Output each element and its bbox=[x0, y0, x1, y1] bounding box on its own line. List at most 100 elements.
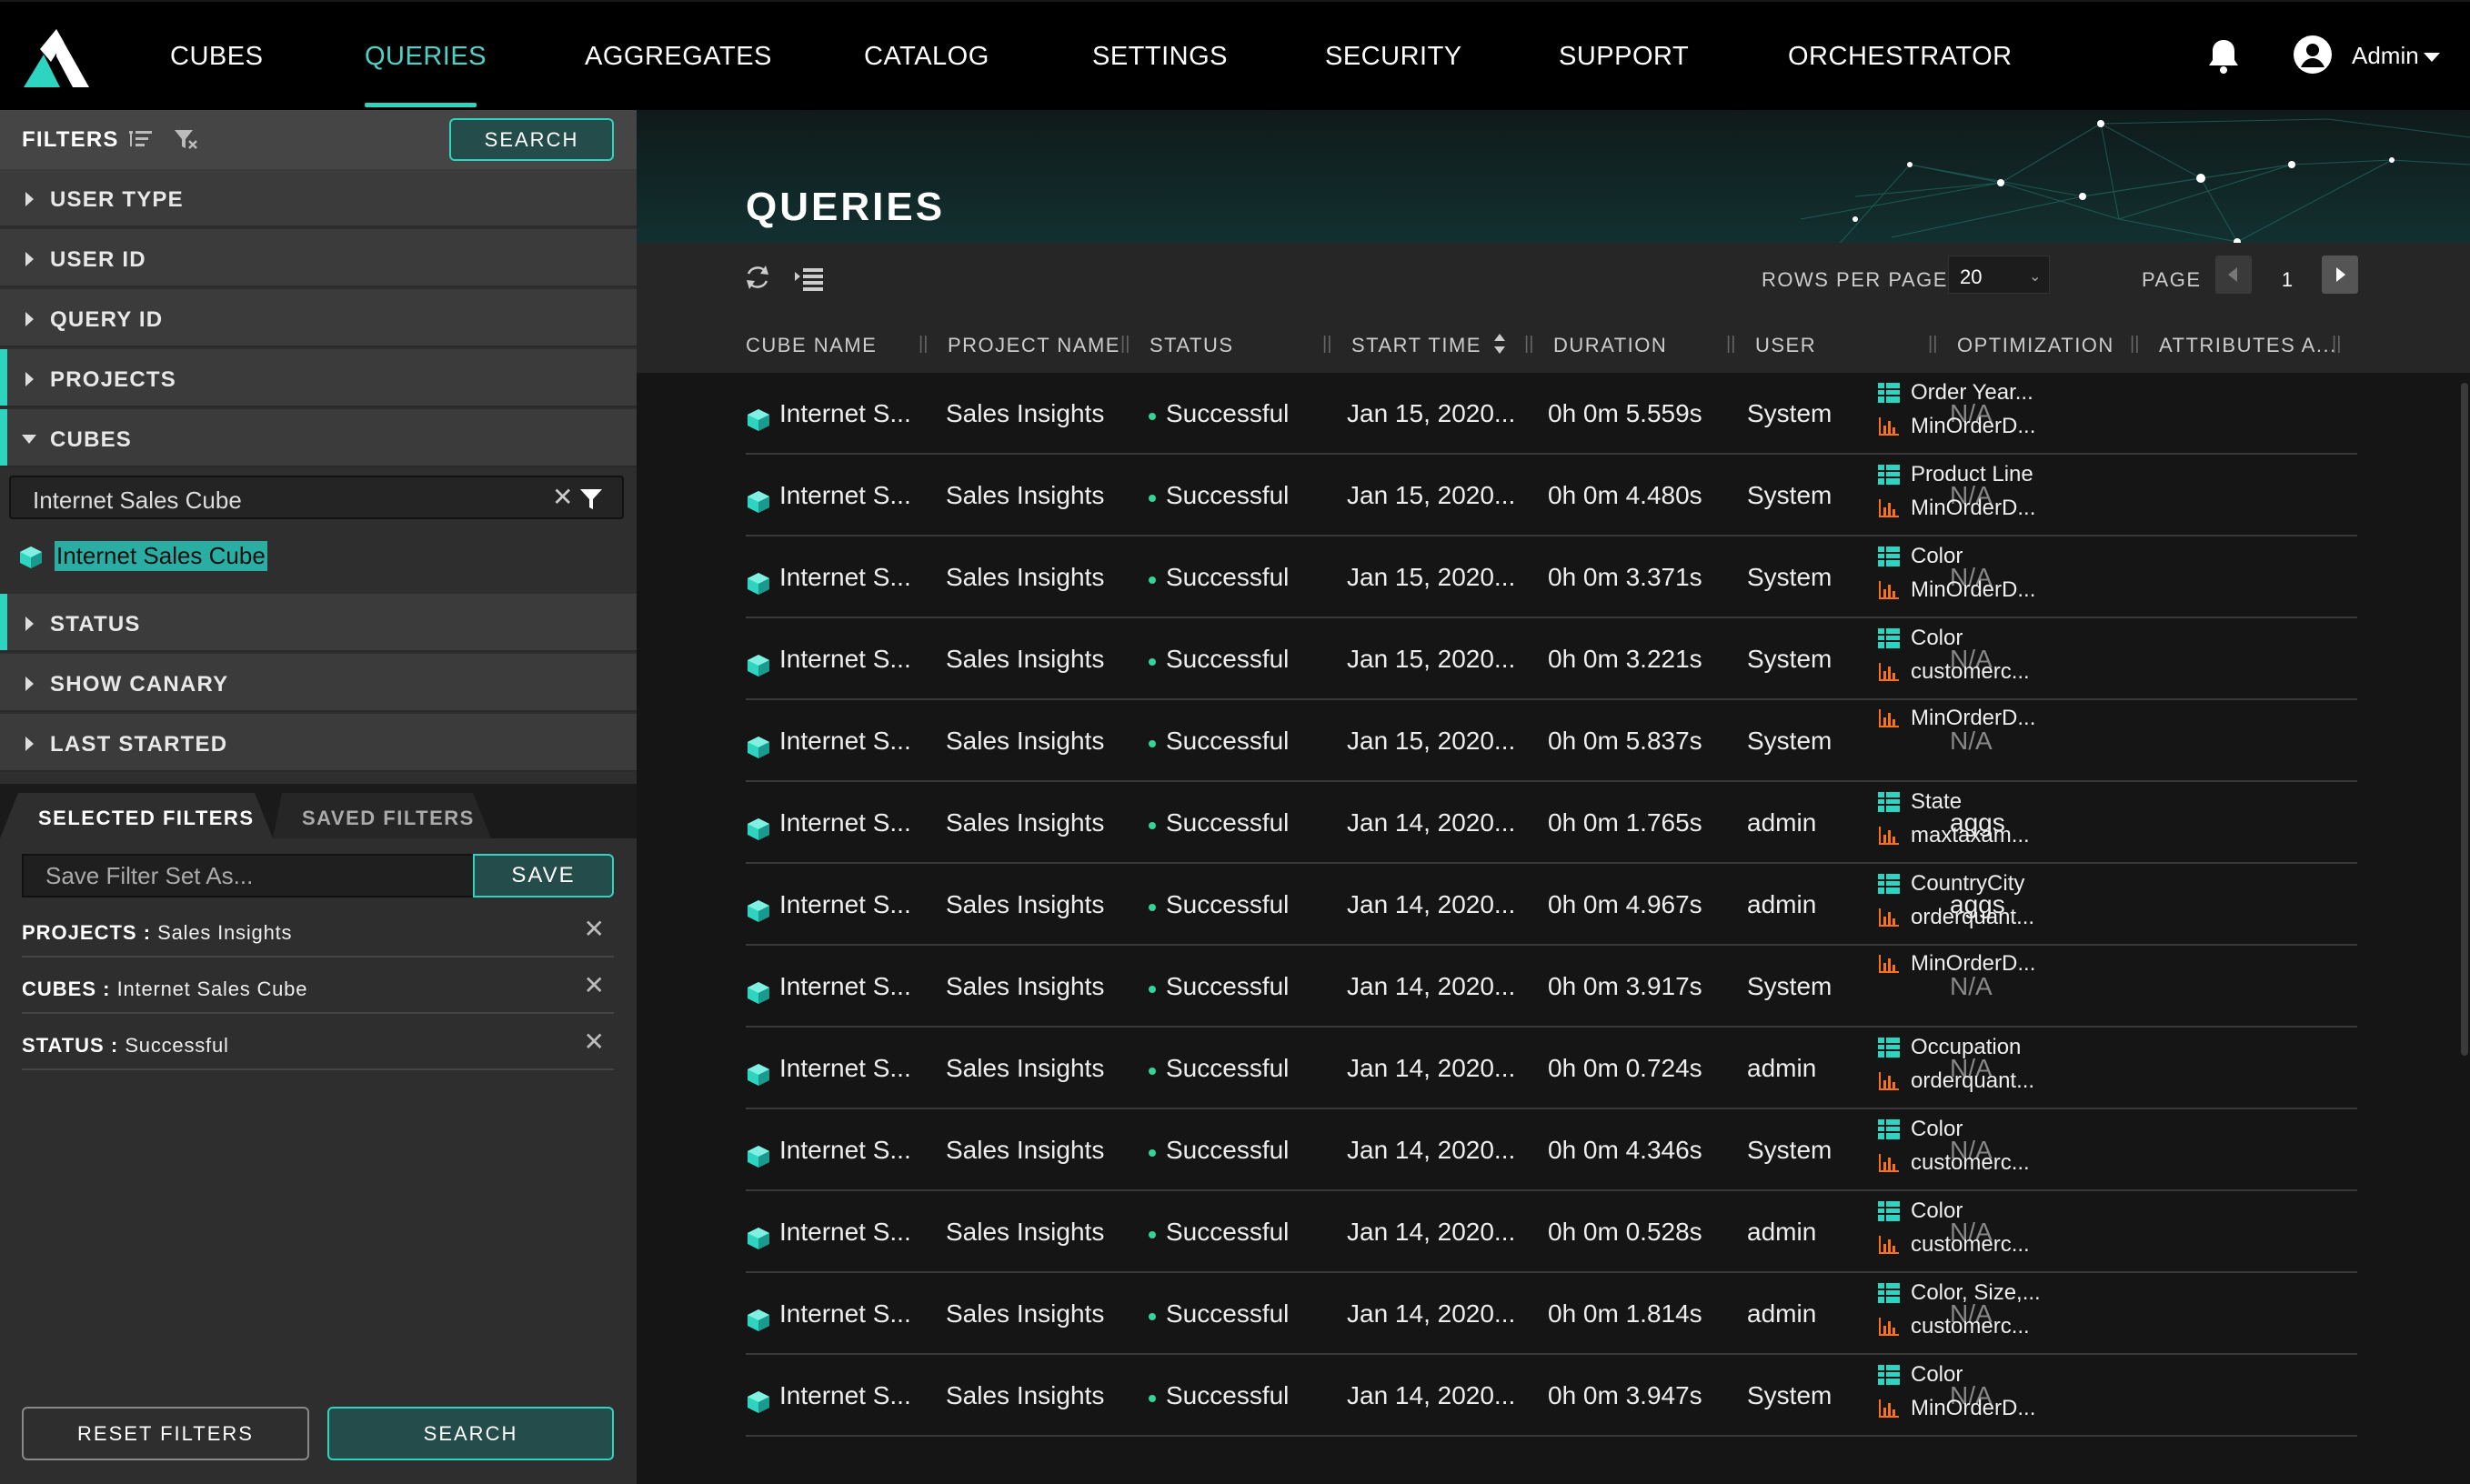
col-project-name[interactable]: PROJECT NAME bbox=[948, 334, 1120, 357]
cell-cube-name[interactable]: Internet S... bbox=[779, 563, 911, 592]
filter-icon[interactable] bbox=[579, 488, 603, 510]
cube-icon bbox=[748, 1309, 769, 1331]
nav-cubes[interactable]: CUBES bbox=[170, 42, 263, 72]
bell-icon[interactable] bbox=[2202, 35, 2245, 78]
search-button[interactable]: SEARCH bbox=[449, 118, 614, 161]
column-resize-handle[interactable]: || bbox=[2130, 334, 2139, 355]
col-start-time[interactable]: START TIME bbox=[1351, 334, 1481, 357]
user-name[interactable]: Admin bbox=[2352, 42, 2419, 70]
scrollbar[interactable] bbox=[2461, 383, 2468, 1056]
filter-user-id[interactable]: USER ID bbox=[0, 229, 637, 287]
cell-cube-name[interactable]: Internet S... bbox=[779, 808, 911, 837]
cell-cube-name[interactable]: Internet S... bbox=[779, 890, 911, 919]
status-dot bbox=[1149, 822, 1156, 829]
nav-orchestrator[interactable]: ORCHESTRATOR bbox=[1788, 42, 2013, 72]
caret-down-icon bbox=[22, 435, 36, 444]
table-row[interactable]: Internet S... Sales Insights Successful Jan… bbox=[746, 536, 2357, 618]
clear-filter-icon[interactable] bbox=[173, 126, 200, 152]
column-resize-handle[interactable]: || bbox=[1120, 334, 1130, 355]
table-row[interactable]: Internet S... Sales Insights Successful Jan… bbox=[746, 1191, 2357, 1273]
filter-status[interactable]: STATUS bbox=[0, 594, 637, 652]
tab-selected-filters[interactable]: SELECTED FILTERS bbox=[0, 793, 273, 838]
reset-filters-button[interactable]: RESET FILTERS bbox=[22, 1407, 309, 1460]
table-row[interactable]: Internet S... Sales Insights Successful Jan… bbox=[746, 455, 2357, 536]
col-optimization[interactable]: OPTIMIZATION bbox=[1957, 334, 2114, 357]
cell-status: Successful bbox=[1166, 1054, 1290, 1082]
status-dot bbox=[1149, 1231, 1156, 1238]
nav-queries[interactable]: QUERIES bbox=[365, 42, 487, 72]
logo-icon[interactable] bbox=[20, 25, 91, 91]
table-row[interactable]: Internet S... Sales Insights Successful Jan… bbox=[746, 700, 2357, 782]
cell-cube-name[interactable]: Internet S... bbox=[779, 1054, 911, 1083]
caret-right-icon bbox=[25, 737, 34, 751]
column-resize-handle[interactable]: || bbox=[919, 334, 928, 355]
table-icon bbox=[1878, 465, 1900, 485]
column-resize-handle[interactable]: || bbox=[1322, 334, 1331, 355]
column-resize-handle[interactable]: || bbox=[1928, 334, 1937, 355]
caret-right-icon bbox=[25, 617, 34, 631]
close-icon[interactable]: ✕ bbox=[584, 914, 605, 944]
columns-icon[interactable] bbox=[794, 265, 825, 292]
tab-saved-filters[interactable]: SAVED FILTERS bbox=[273, 793, 491, 838]
cell-cube-name[interactable]: Internet S... bbox=[779, 399, 911, 428]
column-resize-handle[interactable]: || bbox=[1726, 334, 1735, 355]
sort-icon[interactable] bbox=[1493, 332, 1506, 356]
cell-cube-name[interactable]: Internet S... bbox=[779, 481, 911, 510]
table-row[interactable]: Internet S... Sales Insights Successful Jan… bbox=[746, 1028, 2357, 1109]
table-row[interactable]: Internet S... Sales Insights Successful Jan… bbox=[746, 946, 2357, 1028]
table-row[interactable]: Internet S... Sales Insights Successful Jan… bbox=[746, 782, 2357, 864]
nav-catalog[interactable]: CATALOG bbox=[864, 42, 989, 72]
cell-cube-name[interactable]: Internet S... bbox=[779, 727, 911, 756]
save-filter-set-field[interactable] bbox=[24, 856, 473, 896]
table-row[interactable]: Internet S... Sales Insights Successful Jan… bbox=[746, 373, 2357, 455]
filter-show-canary[interactable]: SHOW CANARY bbox=[0, 654, 637, 712]
rows-per-page-value: 20 bbox=[1960, 266, 1983, 288]
rows-per-page-select[interactable]: 20 ⌄ bbox=[1948, 256, 2050, 294]
cell-cube-name[interactable]: Internet S... bbox=[779, 972, 911, 1001]
cell-cube-name[interactable]: Internet S... bbox=[779, 1218, 911, 1247]
table-row[interactable]: Internet S... Sales Insights Successful Jan… bbox=[746, 864, 2357, 946]
cell-user: System bbox=[1747, 727, 1832, 755]
close-icon[interactable]: ✕ bbox=[552, 482, 573, 512]
cell-cube-name[interactable]: Internet S... bbox=[779, 1299, 911, 1329]
column-resize-handle[interactable]: || bbox=[2332, 334, 2341, 355]
table-row[interactable]: Internet S... Sales Insights Successful Jan… bbox=[746, 1273, 2357, 1355]
col-attributes[interactable]: ATTRIBUTES A... bbox=[2159, 334, 2337, 357]
search-button-bottom[interactable]: SEARCH bbox=[327, 1407, 614, 1460]
prev-page-button[interactable] bbox=[2215, 256, 2252, 294]
nav-aggregates[interactable]: AGGREGATES bbox=[585, 42, 772, 72]
close-icon[interactable]: ✕ bbox=[584, 1027, 605, 1057]
nav-security[interactable]: SECURITY bbox=[1325, 42, 1462, 72]
table-row[interactable]: Internet S... Sales Insights Successful Jan… bbox=[746, 618, 2357, 700]
chevron-down-icon[interactable] bbox=[2424, 53, 2440, 62]
table-row[interactable]: Internet S... Sales Insights Successful Jan… bbox=[746, 1355, 2357, 1437]
filter-last-started[interactable]: LAST STARTED bbox=[0, 714, 637, 772]
cell-cube-name[interactable]: Internet S... bbox=[779, 1381, 911, 1410]
col-duration[interactable]: DURATION bbox=[1553, 334, 1667, 357]
filter-user-type[interactable]: USER TYPE bbox=[0, 169, 637, 227]
cell-cube-name[interactable]: Internet S... bbox=[779, 645, 911, 674]
col-cube-name[interactable]: CUBE NAME bbox=[746, 334, 877, 357]
col-status[interactable]: STATUS bbox=[1150, 334, 1234, 357]
nav-support[interactable]: SUPPORT bbox=[1559, 42, 1689, 72]
filter-projects[interactable]: PROJECTS bbox=[0, 349, 637, 407]
save-button[interactable]: SAVE bbox=[473, 854, 614, 897]
next-page-button[interactable] bbox=[2322, 256, 2358, 294]
cell-cube-name[interactable]: Internet S... bbox=[779, 1136, 911, 1165]
top-nav-bar: CUBES QUERIES AGGREGATES CATALOG SETTING… bbox=[0, 0, 2470, 110]
cell-project-name: Sales Insights bbox=[946, 1299, 1105, 1328]
filter-query-id[interactable]: QUERY ID bbox=[0, 289, 637, 347]
sort-filter-icon[interactable] bbox=[127, 126, 155, 152]
table-row[interactable]: Internet S... Sales Insights Successful Jan… bbox=[746, 1109, 2357, 1191]
nav-settings[interactable]: SETTINGS bbox=[1092, 42, 1228, 72]
col-user[interactable]: USER bbox=[1755, 334, 1816, 357]
refresh-icon[interactable] bbox=[744, 263, 771, 292]
user-avatar-icon[interactable] bbox=[2293, 35, 2333, 75]
close-icon[interactable]: ✕ bbox=[584, 970, 605, 1000]
filter-cubes[interactable]: CUBES bbox=[0, 409, 637, 467]
save-filter-set-input[interactable] bbox=[22, 854, 475, 897]
cube-search-input[interactable]: Internet Sales Cube ✕ bbox=[9, 476, 624, 519]
cell-project-name: Sales Insights bbox=[946, 972, 1105, 1000]
cube-icon bbox=[748, 900, 769, 922]
column-resize-handle[interactable]: || bbox=[1524, 334, 1533, 355]
